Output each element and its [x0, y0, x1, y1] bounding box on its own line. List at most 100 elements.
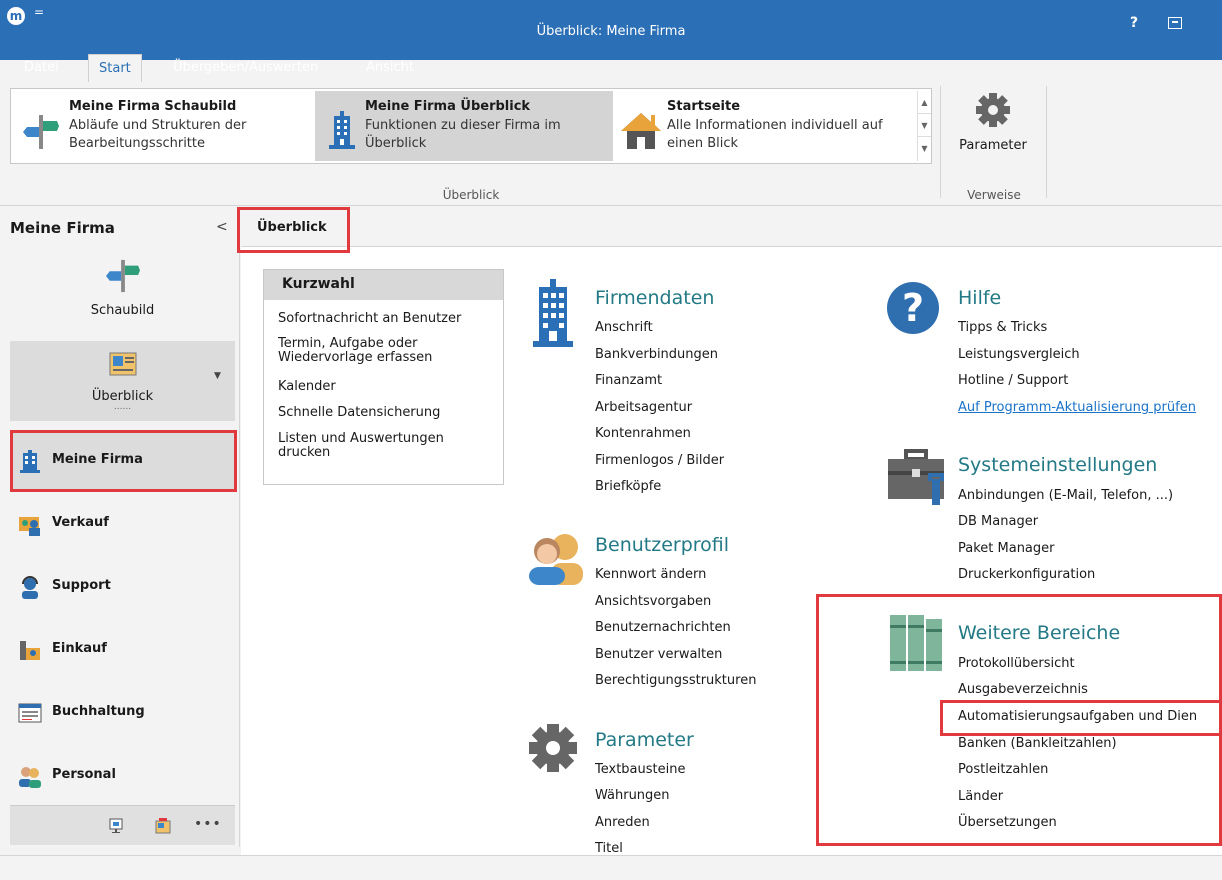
benutzerprofil-link[interactable]: Benutzernachrichten — [595, 620, 731, 635]
hilfe-link[interactable]: Tipps & Tricks — [958, 320, 1047, 335]
gallery-item-title: Meine Firma Schaubild — [69, 99, 237, 114]
svg-text:?: ? — [902, 286, 924, 330]
firmendaten-link[interactable]: Bankverbindungen — [595, 347, 718, 362]
help-icon: ? — [887, 282, 939, 334]
sidebar-item-support[interactable]: Support — [10, 559, 235, 615]
systemeinstellungen-link[interactable]: Paket Manager — [958, 541, 1055, 556]
sidebar-item-personal[interactable]: Personal — [10, 748, 235, 804]
sidebar-item-meine-firma[interactable]: Meine Firma — [10, 433, 235, 489]
gallery-item-startseite[interactable]: Startseite Alle Informationen individuel… — [615, 91, 915, 161]
weitere-link[interactable]: Protokollübersicht — [958, 656, 1075, 671]
ribbon-display-options-icon[interactable] — [1168, 17, 1182, 29]
group-label-verweise: Verweise — [967, 188, 1021, 202]
title-bar: m = Überblick: Meine Firma ? — [0, 0, 1222, 60]
kurzwahl-link[interactable]: Listen und Auswertungen drucken — [278, 432, 498, 460]
gallery-item-ueberblick[interactable]: Meine Firma Überblick Funktionen zu dies… — [315, 91, 613, 161]
signpost-icon — [105, 259, 140, 293]
collapse-sidebar-icon[interactable]: < — [216, 219, 228, 235]
overview-card-icon — [109, 352, 136, 376]
scroll-down-icon[interactable]: ▼ — [918, 114, 931, 137]
books-icon — [890, 615, 942, 671]
sidebar-item-verkauf[interactable]: Verkauf — [10, 496, 235, 552]
home-icon — [621, 113, 661, 149]
tab-start[interactable]: Start — [88, 54, 142, 82]
quick-access-menu[interactable]: = — [34, 5, 44, 19]
section-title-firmendaten[interactable]: Firmendaten — [595, 287, 714, 309]
presentation-icon[interactable] — [108, 818, 124, 834]
sidebar-item-label: Verkauf — [52, 515, 109, 530]
section-title-weitere-bereiche[interactable]: Weitere Bereiche — [958, 622, 1120, 644]
help-button[interactable]: ? — [1130, 15, 1138, 31]
systemeinstellungen-link[interactable]: Druckerkonfiguration — [958, 567, 1095, 582]
signpost-icon — [23, 115, 59, 149]
kurzwahl-link[interactable]: Schnelle Datensicherung — [278, 406, 498, 420]
firmendaten-link[interactable]: Firmenlogos / Bilder — [595, 453, 724, 468]
sidebar-item-label: Buchhaltung — [52, 704, 145, 719]
gallery-item-schaubild[interactable]: Meine Firma Schaubild Abläufe und Strukt… — [13, 91, 313, 161]
benutzerprofil-link[interactable]: Benutzer verwalten — [595, 647, 722, 662]
firmendaten-link[interactable]: Anschrift — [595, 320, 653, 335]
gallery-expand-icon[interactable]: ▼ — [918, 137, 931, 160]
sidebar-big-schaubild[interactable]: Schaubild — [10, 259, 235, 329]
section-title-hilfe[interactable]: Hilfe — [958, 287, 1001, 309]
tab-uebergeben-auswerten[interactable]: Übergeben/Auswerten — [163, 54, 328, 82]
gallery-item-desc: Funktionen zu dieser Firma im — [365, 118, 561, 133]
ribbon: Meine Firma Schaubild Abläufe und Strukt… — [0, 82, 1222, 206]
benutzerprofil-link[interactable]: Berechtigungsstrukturen — [595, 673, 756, 688]
parameter-link[interactable]: Anreden — [595, 815, 650, 830]
kurzwahl-link[interactable]: Sofortnachricht an Benutzer — [278, 312, 498, 326]
firmendaten-link[interactable]: Briefköpfe — [595, 479, 661, 494]
section-title-parameter[interactable]: Parameter — [595, 729, 694, 751]
weitere-link[interactable]: Postleitzahlen — [958, 762, 1048, 777]
weitere-link[interactable]: Länder — [958, 789, 1003, 804]
sidebar-item-einkauf[interactable]: Einkauf — [10, 622, 235, 678]
app-logo-icon[interactable]: m — [7, 7, 25, 25]
gallery-item-desc: einen Blick — [667, 136, 739, 151]
hilfe-link[interactable]: Hotline / Support — [958, 373, 1068, 388]
group-label-ueberblick: Überblick — [442, 188, 500, 202]
tab-datei[interactable]: Datei — [14, 54, 69, 82]
sidebar-item-buchhaltung[interactable]: Buchhaltung — [10, 685, 235, 741]
gear-icon — [976, 93, 1010, 127]
weitere-link[interactable]: Banken (Bankleitzahlen) — [958, 736, 1117, 751]
weitere-link[interactable]: Übersetzungen — [958, 815, 1057, 830]
parameter-link[interactable]: Textbausteine — [595, 762, 685, 777]
firmendaten-link[interactable]: Kontenrahmen — [595, 426, 691, 441]
parameter-button[interactable]: Parameter — [948, 88, 1038, 164]
tab-ansicht[interactable]: Ansicht — [356, 54, 424, 82]
tab-ueberblick[interactable]: Überblick — [257, 220, 327, 235]
sidebar-big-ueberblick[interactable]: Überblick ▼ ...... — [10, 341, 235, 421]
gallery-item-desc: Alle Informationen individuell auf — [667, 118, 883, 133]
kurzwahl-link[interactable]: Kalender — [278, 380, 498, 394]
toolbox-icon — [888, 449, 944, 505]
scroll-up-icon[interactable]: ▲ — [918, 91, 931, 114]
gallery-scrollbar[interactable]: ▲ ▼ ▼ — [917, 91, 931, 161]
parameter-link[interactable]: Titel — [595, 841, 623, 856]
benutzerprofil-link[interactable]: Kennwort ändern — [595, 567, 706, 582]
weitere-link[interactable]: Ausgabeverzeichnis — [958, 682, 1088, 697]
hilfe-link[interactable]: Leistungsvergleich — [958, 347, 1080, 362]
systemeinstellungen-link[interactable]: DB Manager — [958, 514, 1038, 529]
firmendaten-link[interactable]: Arbeitsagentur — [595, 400, 692, 415]
check-update-link[interactable]: Auf Programm-Aktualisierung prüfen — [958, 400, 1196, 415]
sales-people-icon — [19, 517, 40, 536]
navigation-sidebar: Meine Firma < Schaubild Überblick ▼ ....… — [0, 207, 240, 847]
drag-handle-icon[interactable]: ...... — [10, 403, 235, 412]
more-options-button[interactable]: ••• — [194, 816, 222, 832]
gallery-item-desc: Überblick — [365, 136, 427, 151]
section-title-benutzerprofil[interactable]: Benutzerprofil — [595, 534, 729, 556]
firmendaten-link[interactable]: Finanzamt — [595, 373, 662, 388]
section-title-systemeinstellungen[interactable]: Systemeinstellungen — [958, 454, 1157, 476]
status-bar — [0, 855, 1222, 880]
gallery-item-title: Startseite — [667, 99, 741, 114]
kurzwahl-link[interactable]: Termin, Aufgabe oder Wiedervorlage erfas… — [278, 337, 498, 365]
benutzerprofil-link[interactable]: Ansichtsvorgaben — [595, 594, 711, 609]
weitere-link[interactable]: Automatisierungsaufgaben und Dien — [958, 709, 1197, 724]
systemeinstellungen-link[interactable]: Anbindungen (E-Mail, Telefon, ...) — [958, 488, 1173, 503]
building-icon — [329, 111, 355, 149]
overview-card-small-icon[interactable] — [154, 817, 172, 835]
chevron-down-icon[interactable]: ▼ — [214, 371, 221, 381]
gallery-item-desc: Abläufe und Strukturen der — [69, 118, 247, 133]
sidebar-title: Meine Firma — [10, 219, 115, 237]
parameter-link[interactable]: Währungen — [595, 788, 670, 803]
